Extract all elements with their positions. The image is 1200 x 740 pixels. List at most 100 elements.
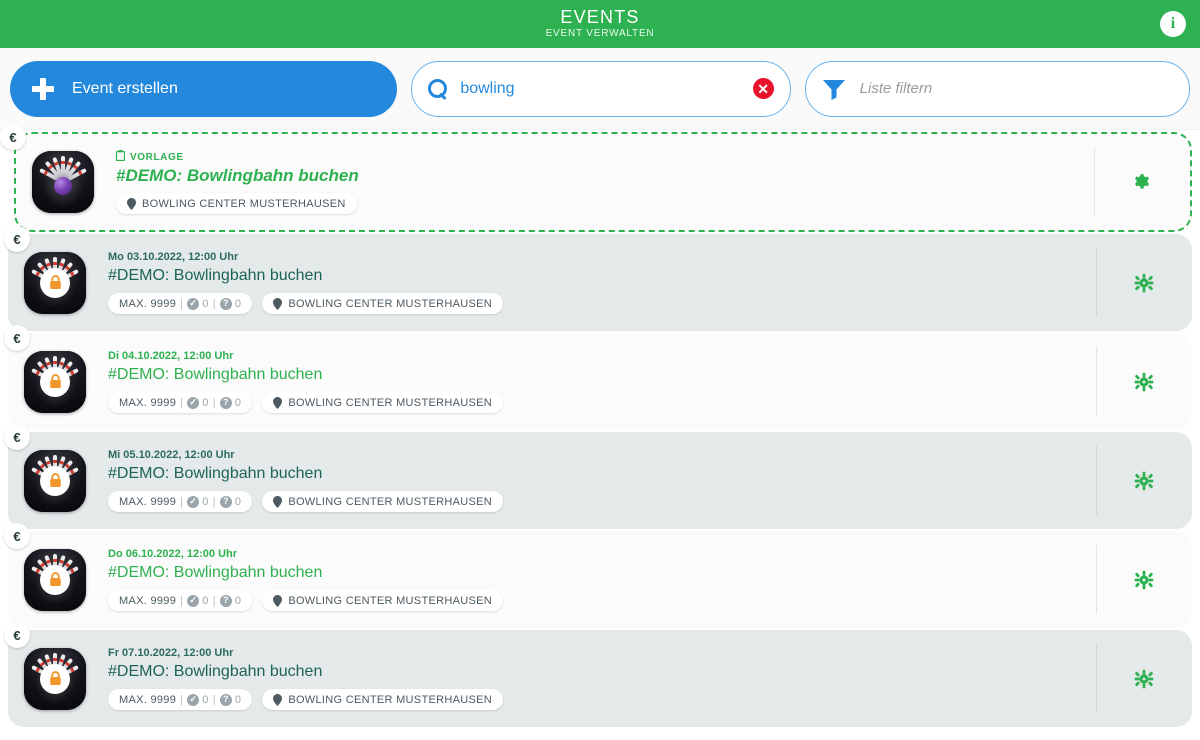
pending-count: 0 bbox=[234, 594, 242, 607]
chip-separator: | bbox=[180, 297, 184, 310]
gear-icon bbox=[1134, 372, 1154, 392]
pending-count: 0 bbox=[234, 297, 242, 310]
event-settings-button[interactable] bbox=[1096, 531, 1192, 628]
toolbar: Event erstellen ✕ bbox=[0, 48, 1200, 130]
plus-icon bbox=[32, 77, 54, 100]
event-row[interactable]: € Do 06.10.2022, 12:00 Uhr #DEMO: Bowlin… bbox=[4, 523, 1192, 628]
chip-separator: | bbox=[212, 396, 216, 409]
gear-icon bbox=[1134, 471, 1154, 491]
event-row[interactable]: € Mi 05.10.2022, 12:00 Uhr #DEMO: Bowlin… bbox=[4, 424, 1192, 529]
price-badge: € bbox=[4, 325, 30, 351]
event-info: Do 06.10.2022, 12:00 Uhr #DEMO: Bowlingb… bbox=[86, 548, 1096, 611]
confirmed-count: 0 bbox=[202, 297, 209, 310]
event-title: #DEMO: Bowlingbahn buchen bbox=[108, 564, 323, 581]
map-pin-icon bbox=[127, 197, 136, 210]
map-pin-icon bbox=[273, 297, 283, 310]
event-date: Do 06.10.2022, 12:00 Uhr bbox=[108, 548, 238, 560]
chip-separator: | bbox=[180, 594, 184, 607]
location-label: BOWLING CENTER MUSTERHAUSEN bbox=[288, 693, 492, 706]
confirmed-count: 0 bbox=[202, 693, 209, 706]
location-label: BOWLING CENTER MUSTERHAUSEN bbox=[288, 495, 492, 508]
event-settings-button[interactable] bbox=[1096, 234, 1192, 331]
event-date: Mi 05.10.2022, 12:00 Uhr bbox=[108, 449, 235, 461]
location-chip: BOWLING CENTER MUSTERHAUSEN bbox=[262, 590, 503, 611]
chip-separator: | bbox=[180, 495, 184, 508]
search-field[interactable]: ✕ bbox=[411, 60, 791, 117]
max-label: MAX. 9999 bbox=[119, 396, 177, 409]
price-badge: € bbox=[4, 424, 30, 450]
filter-field[interactable] bbox=[804, 60, 1190, 117]
event-date: Mo 03.10.2022, 12:00 Uhr bbox=[108, 251, 239, 263]
question-circle-icon: ? bbox=[219, 693, 232, 706]
location-label: BOWLING CENTER MUSTERHAUSEN bbox=[142, 197, 346, 210]
location-chip: BOWLING CENTER MUSTERHAUSEN bbox=[262, 689, 503, 710]
location-chip: BOWLING CENTER MUSTERHAUSEN bbox=[262, 392, 503, 413]
search-input[interactable] bbox=[460, 79, 753, 98]
price-badge: € bbox=[4, 226, 30, 252]
event-settings-button[interactable] bbox=[1096, 333, 1192, 430]
max-label: MAX. 9999 bbox=[119, 495, 177, 508]
event-list: € VORLAGE #DEMO: Bowlingbahn buchen BOWL… bbox=[0, 124, 1200, 727]
event-thumbnail bbox=[24, 647, 86, 710]
event-thumbnail bbox=[24, 548, 86, 611]
confirmed-count: 0 bbox=[202, 396, 209, 409]
event-info: Fr 07.10.2022, 12:00 Uhr #DEMO: Bowlingb… bbox=[86, 647, 1096, 710]
question-circle-icon: ? bbox=[219, 594, 232, 607]
event-title: #DEMO: Bowlingbahn buchen bbox=[108, 663, 323, 680]
location-chip: BOWLING CENTER MUSTERHAUSEN bbox=[116, 193, 357, 214]
event-chips: MAX. 9999 | ✓ 0 | ? 0 BOWLING CENTER MUS… bbox=[108, 293, 1096, 314]
pending-count: 0 bbox=[234, 396, 242, 409]
chip-separator: | bbox=[212, 297, 216, 310]
lock-icon bbox=[40, 366, 70, 397]
confirmed-count: 0 bbox=[202, 495, 209, 508]
event-chips: MAX. 9999 | ✓ 0 | ? 0 BOWLING CENTER MUS… bbox=[108, 590, 1096, 611]
event-row[interactable]: € Di 04.10.2022, 12:00 Uhr #DEMO: Bowlin… bbox=[4, 325, 1192, 430]
event-row[interactable]: € Mo 03.10.2022, 12:00 Uhr #DEMO: Bowlin… bbox=[4, 226, 1192, 331]
event-title: #DEMO: Bowlingbahn buchen bbox=[108, 366, 323, 383]
bowling-ball bbox=[54, 176, 72, 195]
gear-icon bbox=[1134, 669, 1154, 689]
event-settings-button[interactable] bbox=[1096, 432, 1192, 529]
event-row-template[interactable]: € VORLAGE #DEMO: Bowlingbahn buchen BOWL… bbox=[0, 124, 1192, 232]
create-event-label: Event erstellen bbox=[72, 79, 178, 97]
event-title: #DEMO: Bowlingbahn buchen bbox=[116, 166, 359, 185]
event-chips: MAX. 9999 | ✓ 0 | ? 0 BOWLING CENTER MUS… bbox=[108, 689, 1096, 710]
gear-icon bbox=[1134, 570, 1154, 590]
price-badge: € bbox=[4, 622, 30, 648]
close-circle-icon[interactable]: ✕ bbox=[752, 78, 774, 99]
event-settings-button[interactable] bbox=[1094, 134, 1190, 230]
price-badge: € bbox=[0, 124, 26, 150]
pending-count: 0 bbox=[234, 495, 242, 508]
pending-count: 0 bbox=[234, 693, 242, 706]
event-thumbnail bbox=[24, 350, 86, 413]
capacity-chip: MAX. 9999 | ✓ 0 | ? 0 bbox=[108, 689, 253, 710]
create-event-button[interactable]: Event erstellen bbox=[10, 60, 398, 117]
app-header: EVENTS EVENT VERWALTEN i bbox=[0, 0, 1200, 48]
event-title: #DEMO: Bowlingbahn buchen bbox=[108, 465, 323, 482]
map-pin-icon bbox=[273, 396, 283, 409]
map-pin-icon bbox=[273, 693, 283, 706]
max-label: MAX. 9999 bbox=[119, 594, 177, 607]
capacity-chip: MAX. 9999 | ✓ 0 | ? 0 bbox=[108, 491, 253, 512]
gear-icon bbox=[1134, 273, 1154, 293]
map-pin-icon bbox=[273, 594, 283, 607]
event-info: Di 04.10.2022, 12:00 Uhr #DEMO: Bowlingb… bbox=[86, 350, 1096, 413]
info-circle-icon[interactable]: i bbox=[1160, 11, 1186, 37]
chip-separator: | bbox=[212, 594, 216, 607]
event-info: Mi 05.10.2022, 12:00 Uhr #DEMO: Bowlingb… bbox=[86, 449, 1096, 512]
event-chips: MAX. 9999 | ✓ 0 | ? 0 BOWLING CENTER MUS… bbox=[108, 392, 1096, 413]
chip-separator: | bbox=[180, 693, 184, 706]
gear-icon bbox=[1132, 172, 1152, 192]
event-title: #DEMO: Bowlingbahn buchen bbox=[108, 267, 323, 284]
event-settings-button[interactable] bbox=[1096, 630, 1192, 727]
clipboard-icon bbox=[115, 150, 126, 164]
map-pin-icon bbox=[273, 495, 283, 508]
chip-separator: | bbox=[212, 693, 216, 706]
event-thumbnail bbox=[24, 449, 86, 512]
filter-input[interactable] bbox=[859, 80, 1173, 97]
check-circle-icon: ✓ bbox=[187, 495, 200, 508]
template-badge-label: VORLAGE bbox=[130, 151, 184, 163]
check-circle-icon: ✓ bbox=[187, 693, 200, 706]
event-row[interactable]: € Fr 07.10.2022, 12:00 Uhr #DEMO: Bowlin… bbox=[4, 622, 1192, 727]
event-date: Di 04.10.2022, 12:00 Uhr bbox=[108, 350, 234, 362]
